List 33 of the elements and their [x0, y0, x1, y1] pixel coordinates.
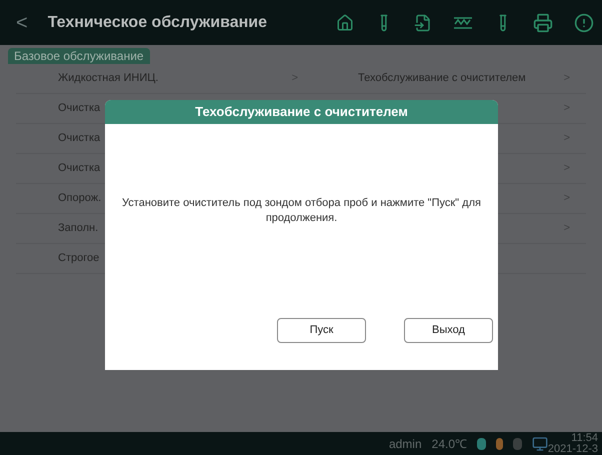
menu-item-label[interactable]: Жидкостная ИНИЦ. [58, 70, 158, 87]
menu-item-label[interactable]: Очистка [58, 100, 100, 117]
bottle-icon [513, 438, 522, 450]
dialog-button[interactable]: Пуск [277, 318, 366, 343]
bottle-icon [477, 438, 486, 450]
chevron-icon: > [564, 100, 570, 117]
chevron-icon: > [564, 160, 570, 177]
temperature-reading: 24.0℃ [432, 436, 467, 452]
bottle-icon [496, 438, 503, 450]
clock-date: 2021-12-3 [548, 444, 598, 454]
chevron-icon: > [564, 70, 570, 87]
chevron-icon: > [564, 130, 570, 147]
alert-icon[interactable] [574, 12, 594, 32]
dialog-title: Техобслуживание с очистителем [195, 103, 408, 122]
dialog-message: Установите очиститель под зондом отбора проб и нажмите "Пуск" для продолжения. [121, 196, 482, 226]
menu-item-label[interactable]: Очистка [58, 160, 100, 177]
document-icon[interactable] [414, 14, 432, 32]
tab[interactable]: Базовое обслуживание [8, 48, 150, 64]
menu-item-label[interactable]: Строгое [58, 250, 100, 267]
clock-time: 11:54 [571, 432, 598, 444]
chevron-icon: > [564, 190, 570, 207]
menu-item-label[interactable]: Очистка [58, 130, 100, 147]
dialog-button[interactable]: Выход [404, 318, 493, 343]
user-name: admin [388, 436, 422, 452]
menu-item-label[interactable]: Опорож. [58, 190, 102, 207]
back-button[interactable]: < [16, 8, 28, 36]
menu-item-label[interactable]: Техобслуживание с очистителем [358, 70, 526, 87]
home-icon[interactable] [336, 14, 354, 32]
chevron-icon: > [564, 220, 570, 237]
menu-item-label[interactable]: Заполн. [58, 220, 98, 237]
chevron-icon: > [292, 70, 298, 87]
page-title: Техническое обслуживание [48, 12, 268, 32]
printer-icon[interactable] [533, 12, 553, 32]
